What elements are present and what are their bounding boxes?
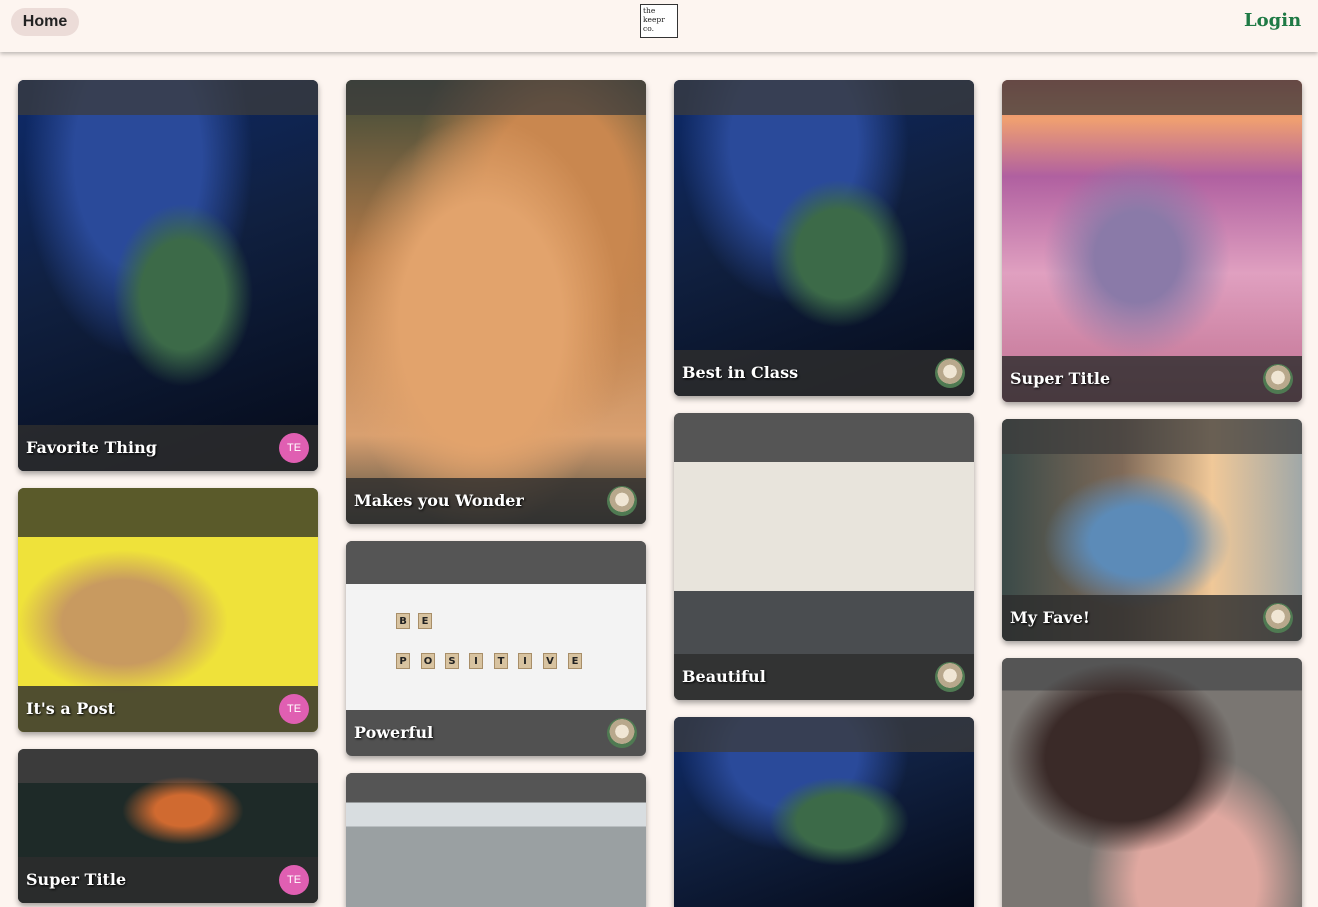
creator-avatar[interactable] [935, 358, 965, 388]
card-footer: Best in Class [674, 350, 974, 396]
card-footer: Powerful [346, 710, 646, 756]
card-title: Super Title [26, 870, 127, 889]
home-button[interactable]: Home [11, 8, 79, 36]
card-title: Powerful [354, 723, 434, 742]
card-footer: Makes you Wonder [346, 478, 646, 524]
card-title: Best in Class [682, 363, 799, 382]
scrabble-tile: E [418, 613, 432, 629]
mountains-image [346, 773, 646, 907]
scrabble-tile: T [494, 653, 508, 669]
keep-card[interactable] [346, 773, 646, 907]
retro-tv-stack-image [674, 80, 974, 396]
card-title: Beautiful [682, 667, 766, 686]
scrabble-tile: I [469, 653, 483, 669]
creator-avatar[interactable] [1263, 364, 1293, 394]
logo-line-1: the [643, 6, 656, 15]
card-title: Makes you Wonder [354, 491, 524, 510]
keep-card[interactable]: My Fave! [1002, 419, 1302, 641]
scrabble-tile: S [445, 653, 459, 669]
creator-avatar[interactable] [935, 662, 965, 692]
card-footer: It's a Post TE [18, 686, 318, 732]
logo-line-3: co. [643, 24, 654, 33]
top-navbar: Home the keepr co. Login [0, 0, 1318, 52]
keep-card[interactable]: Super Title TE [18, 749, 318, 903]
keep-card[interactable]: It's a Post TE [18, 488, 318, 732]
keep-card[interactable]: Favorite Thing TE [18, 80, 318, 471]
creator-avatar[interactable] [1263, 603, 1293, 633]
keep-card[interactable]: Super Title [1002, 80, 1302, 402]
keep-card[interactable]: Beautiful [674, 413, 974, 700]
card-title: It's a Post [26, 699, 115, 718]
keep-card[interactable] [674, 717, 974, 907]
card-footer: My Fave! [1002, 595, 1302, 641]
scrabble-tile: B [396, 613, 410, 629]
creator-avatar[interactable]: TE [279, 694, 309, 724]
beanies-image [1002, 658, 1302, 907]
keepr-logo[interactable]: the keepr co. [640, 4, 678, 38]
scrabble-tile: I [518, 653, 532, 669]
card-title: My Fave! [1010, 608, 1090, 627]
keep-card[interactable]: Best in Class [674, 80, 974, 396]
keep-card[interactable]: B E P O S I T I V E Powerful [346, 541, 646, 756]
scrabble-tile: P [396, 653, 410, 669]
creator-avatar[interactable]: TE [279, 433, 309, 463]
card-footer: Favorite Thing TE [18, 425, 318, 471]
keep-card[interactable] [1002, 658, 1302, 907]
login-link[interactable]: Login [1244, 10, 1301, 31]
card-footer: Beautiful [674, 654, 974, 700]
sunset-clouds-image [1002, 80, 1302, 402]
keep-card[interactable]: Makes you Wonder [346, 80, 646, 524]
card-title: Super Title [1010, 369, 1111, 388]
scrabble-tile: O [421, 653, 435, 669]
card-title: Favorite Thing [26, 438, 157, 457]
creator-avatar[interactable] [607, 718, 637, 748]
scrabble-tile: V [543, 653, 557, 669]
logo-line-2: keepr [643, 15, 665, 24]
creator-avatar[interactable]: TE [279, 865, 309, 895]
sleeping-cat-image [346, 80, 646, 524]
creator-avatar[interactable] [607, 486, 637, 516]
card-footer: Super Title TE [18, 857, 318, 903]
card-footer: Super Title [1002, 356, 1302, 402]
scrabble-tile: E [568, 653, 582, 669]
retro-tv-stack-image [18, 80, 318, 471]
